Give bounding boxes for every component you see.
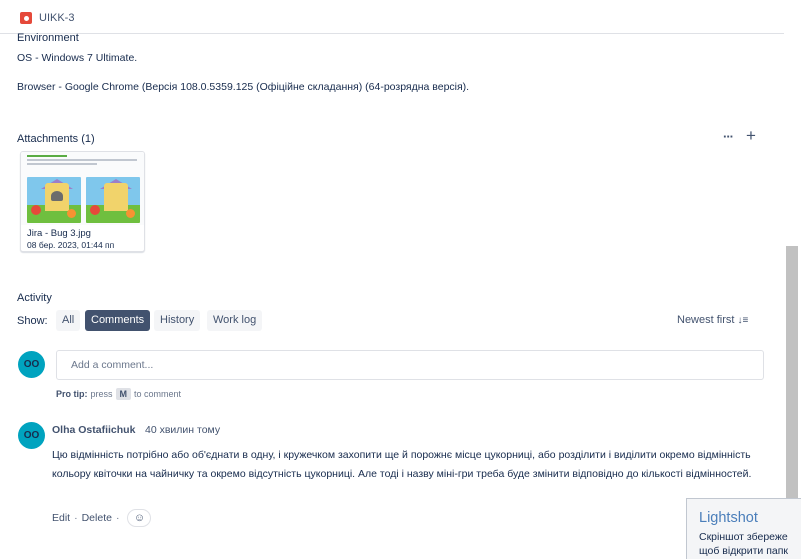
show-label: Show: — [17, 315, 48, 327]
sort-order-button[interactable]: Newest first ↓≡ — [677, 314, 748, 326]
lightshot-title: Lightshot — [699, 510, 758, 526]
pro-tip: Pro tip: press M to comment — [56, 388, 181, 400]
comment-actions: Edit · Delete · ☺ — [52, 509, 152, 527]
delete-comment-link[interactable]: Delete — [82, 512, 112, 524]
activity-title: Activity — [17, 292, 52, 304]
add-attachment-icon[interactable]: + — [746, 126, 756, 146]
attachment-date: 08 бер. 2023, 01:44 пп — [27, 240, 115, 250]
attachment-card[interactable]: Jira - Bug 3.jpg 08 бер. 2023, 01:44 пп — [20, 151, 145, 252]
environment-os: OS - Windows 7 Ultimate. — [17, 52, 138, 64]
lightshot-message-line: щоб відкрити папк — [699, 545, 789, 557]
filter-history-button[interactable]: History — [154, 310, 201, 331]
pro-tip-suffix: to comment — [134, 389, 182, 399]
comment-avatar: OO — [18, 422, 45, 449]
issue-header: UIKK-3 — [0, 0, 784, 34]
issue-key[interactable]: UIKK-3 — [39, 12, 74, 24]
bug-icon — [20, 12, 32, 24]
add-reaction-icon[interactable]: ☺ — [127, 509, 152, 527]
filter-comments-button[interactable]: Comments — [85, 310, 151, 331]
issue-key-link[interactable]: UIKK-3 — [20, 12, 74, 24]
attachments-title: Attachments (1) — [17, 133, 95, 145]
separator-dot: · — [115, 512, 120, 524]
comment-time: 40 хвилин тому — [145, 424, 221, 436]
environment-browser: Browser - Google Chrome (Версія 108.0.53… — [17, 81, 470, 93]
environment-title: Environment — [17, 32, 79, 44]
filter-worklog-button[interactable]: Work log — [207, 310, 263, 331]
thumbnail-text-line — [27, 163, 97, 165]
thumbnail-header-line — [27, 155, 67, 157]
edit-comment-link[interactable]: Edit — [52, 512, 70, 524]
pro-tip-press: press — [90, 389, 113, 399]
sort-label: Newest first — [677, 314, 735, 326]
lightshot-message-line: Скріншот збереже — [699, 531, 788, 543]
pro-tip-label: Pro tip: — [56, 389, 88, 399]
attachment-thumbnail[interactable] — [21, 152, 144, 225]
thumbnail-picture-right — [86, 177, 140, 223]
lightshot-notification[interactable]: Lightshot Скріншот збереже щоб відкрити … — [686, 498, 801, 559]
comment-body: Цю відмінність потрібно або об'єднати в … — [52, 449, 752, 480]
shortcut-key: M — [115, 388, 132, 400]
filter-all-button[interactable]: All — [56, 310, 81, 331]
attachment-name: Jira - Bug 3.jpg — [27, 228, 91, 239]
sort-icon: ↓≡ — [737, 314, 749, 326]
comment-author[interactable]: Olha Ostafiichuk — [52, 424, 135, 436]
more-icon[interactable]: ··· — [723, 129, 734, 144]
avatar: OO — [18, 351, 45, 378]
thumbnail-picture-left — [27, 177, 81, 223]
separator-dot: · — [74, 512, 78, 524]
comment-input[interactable] — [56, 350, 764, 380]
thumbnail-text-line — [27, 159, 137, 161]
